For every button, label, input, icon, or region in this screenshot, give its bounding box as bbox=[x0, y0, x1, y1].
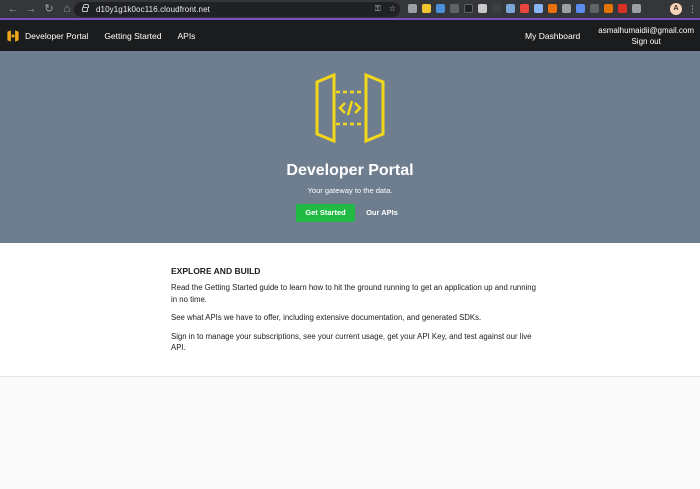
extension-icon[interactable] bbox=[478, 4, 487, 13]
paragraph-getting-started: Read the Getting Started guide to learn … bbox=[171, 283, 536, 304]
our-apis-button[interactable]: Our APIs bbox=[362, 204, 402, 222]
extension-icon[interactable] bbox=[408, 4, 417, 13]
get-started-button[interactable]: Get Started bbox=[296, 204, 355, 222]
nav-apis[interactable]: APIs bbox=[177, 31, 195, 41]
extension-icon[interactable] bbox=[422, 4, 431, 13]
star-icon[interactable]: ☆ bbox=[389, 4, 396, 14]
extension-icon[interactable] bbox=[464, 4, 473, 13]
hero-banner: Developer Portal Your gateway to the dat… bbox=[0, 51, 700, 243]
forward-icon[interactable]: → bbox=[24, 2, 38, 16]
extension-icon[interactable] bbox=[520, 4, 529, 13]
api-gateway-logo-icon bbox=[7, 29, 19, 42]
paragraph-sign-in: Sign in to manage your subscriptions, se… bbox=[171, 331, 532, 353]
extension-icon[interactable] bbox=[534, 4, 543, 13]
paragraph-apis: See what APIs we have to offer, includin… bbox=[171, 313, 482, 322]
user-email: asmalhumaidii@gmail.com bbox=[598, 25, 694, 35]
key-icon[interactable]: ⚿ bbox=[375, 4, 381, 14]
extension-icon[interactable] bbox=[576, 4, 585, 13]
extensions-bar bbox=[408, 4, 641, 13]
nav-getting-started[interactable]: Getting Started bbox=[104, 31, 161, 41]
extension-icon[interactable] bbox=[618, 4, 627, 13]
address-bar[interactable]: d10y1g1k0oc116.cloudfront.net ⚿ ☆ bbox=[74, 2, 400, 17]
extension-icon[interactable] bbox=[506, 4, 515, 13]
url-text[interactable]: d10y1g1k0oc116.cloudfront.net bbox=[96, 5, 210, 14]
hero-title: Developer Portal bbox=[286, 162, 414, 179]
api-gateway-logo-icon bbox=[315, 72, 385, 144]
sign-out-link[interactable]: Sign out bbox=[631, 37, 660, 46]
brand-link[interactable]: Developer Portal bbox=[6, 29, 88, 43]
hero-subtitle: Your gateway to the data. bbox=[307, 186, 393, 195]
extension-icon[interactable] bbox=[590, 4, 599, 13]
section-heading: EXPLORE AND BUILD bbox=[171, 266, 261, 276]
extension-icon[interactable] bbox=[604, 4, 613, 13]
brand-label[interactable]: Developer Portal bbox=[25, 31, 88, 41]
page-background bbox=[0, 378, 700, 489]
extension-icon[interactable] bbox=[436, 4, 445, 13]
extension-icon[interactable] bbox=[562, 4, 571, 13]
menu-icon[interactable]: ⋮ bbox=[688, 3, 697, 15]
profile-avatar[interactable]: A bbox=[670, 3, 682, 15]
explore-section: EXPLORE AND BUILD Read the Getting Start… bbox=[0, 243, 700, 377]
extension-icon[interactable] bbox=[450, 4, 459, 13]
nav-my-dashboard[interactable]: My Dashboard bbox=[525, 31, 580, 41]
extensions-icon[interactable] bbox=[632, 4, 641, 13]
top-navigation: Developer Portal Getting Started APIs My… bbox=[0, 20, 700, 51]
home-icon[interactable]: ⌂ bbox=[60, 2, 74, 16]
extension-icon[interactable] bbox=[492, 4, 501, 13]
user-menu: asmalhumaidii@gmail.com Sign out bbox=[598, 26, 694, 46]
reload-icon[interactable]: ↻ bbox=[42, 2, 56, 16]
browser-toolbar: ← → ↻ ⌂ d10y1g1k0oc116.cloudfront.net ⚿ … bbox=[0, 0, 700, 20]
extension-icon[interactable] bbox=[548, 4, 557, 13]
lock-icon[interactable] bbox=[82, 4, 89, 12]
back-icon[interactable]: ← bbox=[6, 2, 20, 16]
